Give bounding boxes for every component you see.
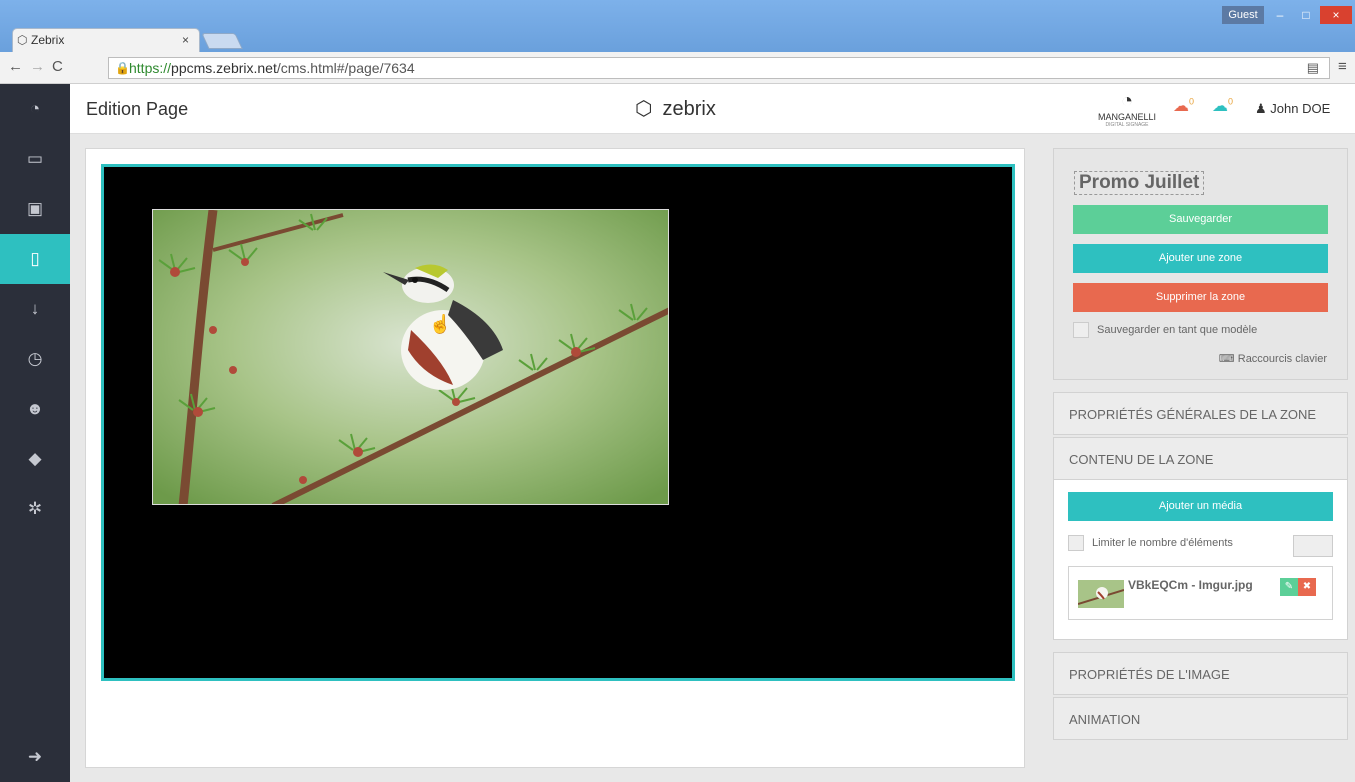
- media-thumbnail: [1078, 580, 1124, 608]
- user-icon: ♟: [1255, 101, 1267, 116]
- properties-panel: Promo Juillet Sauvegarder Ajouter une zo…: [1053, 148, 1348, 740]
- hand-cursor-icon: ☝: [429, 313, 451, 335]
- page-name[interactable]: Promo Juillet: [1074, 171, 1205, 195]
- page-canvas[interactable]: ☝: [101, 164, 1015, 681]
- keyboard-icon: ⌨: [1218, 353, 1235, 365]
- url-input[interactable]: 🔒 https://ppcms.zebrix.net/cms.html#/pag…: [108, 57, 1330, 79]
- users-icon[interactable]: ☻: [0, 384, 70, 434]
- page-actions: Promo Juillet Sauvegarder Ajouter une zo…: [1053, 148, 1348, 380]
- sort-numeric-icon[interactable]: ↓: [0, 284, 70, 334]
- monitor-icon[interactable]: ▭: [0, 134, 70, 184]
- page-canvas-wrapper: ☝: [85, 148, 1025, 768]
- browser-tab[interactable]: ⬡ Zebrix ×: [12, 28, 200, 52]
- gear-icon[interactable]: ✲: [0, 484, 70, 534]
- cloud-download-icon[interactable]: ☁0: [1212, 96, 1233, 116]
- tags-icon[interactable]: ◆: [0, 434, 70, 484]
- save-as-template-checkbox[interactable]: [1073, 322, 1089, 338]
- accordion-zone-content[interactable]: CONTENU DE LA ZONE: [1053, 437, 1348, 480]
- brand: ⬡ zebrix: [635, 98, 716, 120]
- user-menu[interactable]: ♟ John DOE: [1255, 101, 1330, 117]
- partner-logo-icon: ◔: [1120, 90, 1134, 112]
- edit-icon[interactable]: ✎: [1280, 578, 1298, 596]
- thumbnail-photo: [1078, 580, 1124, 608]
- window-close-button[interactable]: ×: [1320, 6, 1352, 24]
- back-icon[interactable]: ←: [8, 58, 23, 75]
- app: ◔ ▭ ▣ ▯ ↓ ◷ ☻ ◆ ✲ ➜ Edition Page ⬡ zebrix…: [0, 84, 1355, 782]
- address-bar: ← → C 🔒 https://ppcms.zebrix.net/cms.htm…: [0, 52, 1355, 84]
- accordion-animation[interactable]: ANIMATION: [1053, 697, 1348, 740]
- clock-icon[interactable]: ◷: [0, 334, 70, 384]
- minimize-button[interactable]: –: [1268, 6, 1292, 24]
- sidebar: ◔ ▭ ▣ ▯ ↓ ◷ ☻ ◆ ✲ ➜: [0, 84, 70, 782]
- cloud-upload-icon[interactable]: ☁0: [1173, 96, 1194, 116]
- image-zone[interactable]: ☝: [152, 209, 669, 505]
- tab-close-icon[interactable]: ×: [182, 33, 189, 47]
- limit-checkbox[interactable]: [1068, 535, 1084, 551]
- guest-badge: Guest: [1222, 6, 1264, 24]
- add-media-button[interactable]: Ajouter un média: [1068, 492, 1333, 521]
- limit-count-input[interactable]: [1293, 535, 1333, 557]
- limit-row: Limiter le nombre d'éléments: [1068, 535, 1233, 551]
- new-tab-button[interactable]: [201, 33, 243, 49]
- bird-photo: ☝: [153, 210, 668, 504]
- menu-icon[interactable]: ≡: [1338, 58, 1347, 75]
- lock-icon: 🔒: [115, 61, 130, 75]
- page-icon[interactable]: ▯: [0, 234, 70, 284]
- list-item[interactable]: VBkEQCm - Imgur.jpg ✎ ✖: [1068, 566, 1333, 620]
- zone-content-body: Ajouter un média Limiter le nombre d'élé…: [1053, 480, 1348, 640]
- save-button[interactable]: Sauvegarder: [1073, 205, 1328, 234]
- save-as-template-row: Sauvegarder en tant que modèle: [1073, 322, 1257, 338]
- partner-logo: ◔ MANGANELLI DIGITAL SIGNAGE: [1095, 90, 1159, 128]
- accordion-general-props[interactable]: PROPRIÉTÉS GÉNÉRALES DE LA ZONE: [1053, 392, 1348, 435]
- accordion-image-props[interactable]: PROPRIÉTÉS DE L'IMAGE: [1053, 652, 1348, 695]
- zebrix-favicon-icon: ⬡: [17, 33, 28, 47]
- image-icon[interactable]: ▣: [0, 184, 70, 234]
- delete-zone-button[interactable]: Supprimer la zone: [1073, 283, 1328, 312]
- tab-title: Zebrix: [31, 33, 65, 47]
- maximize-button[interactable]: □: [1294, 6, 1318, 24]
- browser-titlebar: ⬡ Zebrix × Guest – □ ×: [0, 0, 1355, 52]
- media-name: VBkEQCm - Imgur.jpg: [1128, 578, 1253, 592]
- dashboard-icon[interactable]: ◔: [0, 84, 70, 134]
- zebrix-logo-icon: ⬡: [635, 98, 653, 120]
- trash-icon[interactable]: ✖: [1298, 578, 1316, 596]
- add-zone-button[interactable]: Ajouter une zone: [1073, 244, 1328, 273]
- reload-icon[interactable]: C: [52, 58, 63, 75]
- page-title: Edition Page: [86, 99, 189, 119]
- logout-icon[interactable]: ➜: [0, 732, 70, 782]
- forward-icon[interactable]: →: [30, 58, 45, 75]
- translate-icon[interactable]: ▤: [1307, 60, 1319, 76]
- keyboard-shortcuts-link[interactable]: ⌨ Raccourcis clavier: [1219, 352, 1327, 365]
- app-header: Edition Page ⬡ zebrix ◔ MANGANELLI DIGITA…: [70, 84, 1355, 134]
